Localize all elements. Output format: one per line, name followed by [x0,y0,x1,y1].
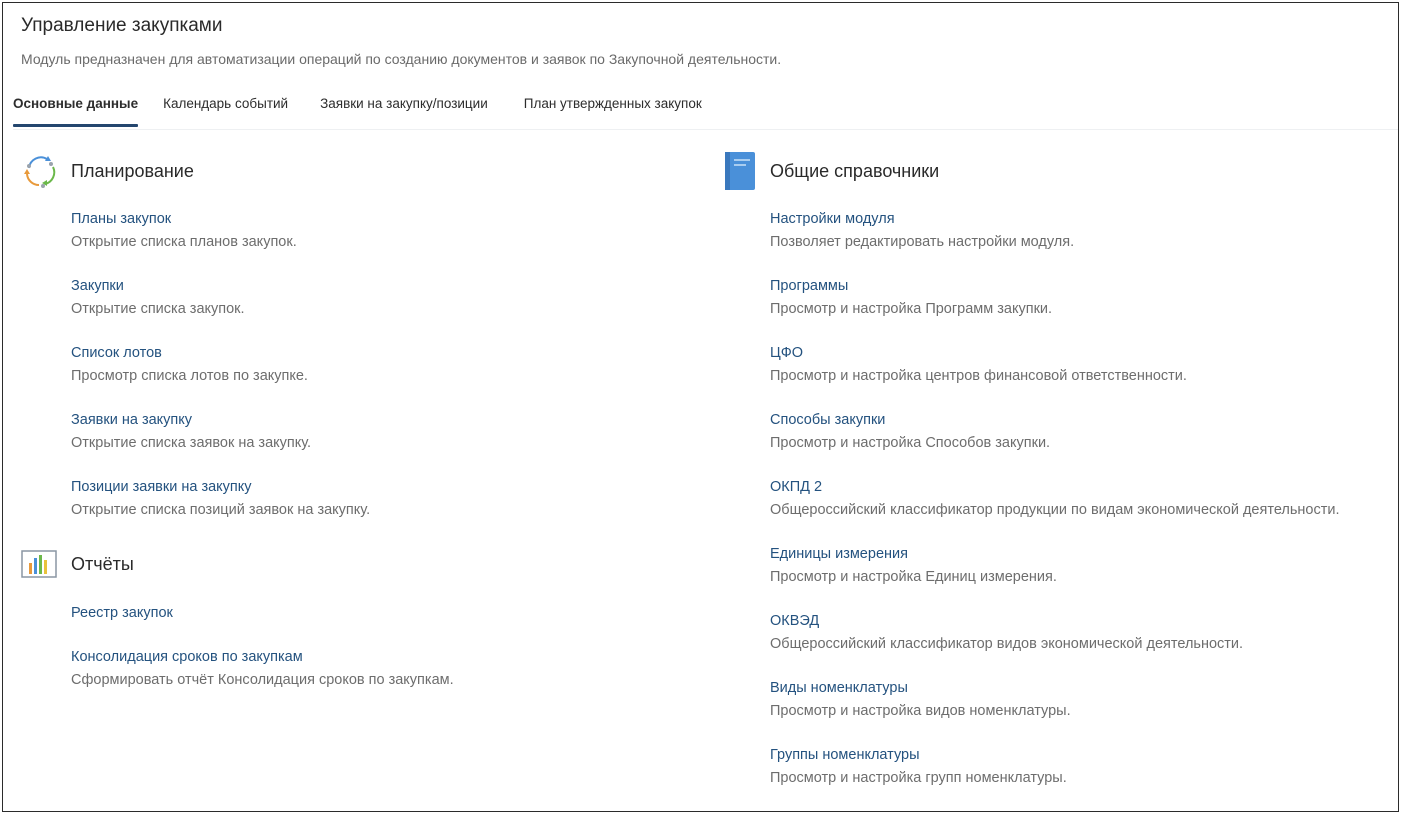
item-description: Общероссийский классификатор продукции п… [770,502,1340,518]
bar-chart-icon [21,544,61,584]
list-item: Консолидация сроков по закупкам Сформиро… [71,648,681,688]
link-nomenclature-groups[interactable]: Группы номенклатуры [770,746,1363,764]
page-title: Управление закупками [21,15,223,36]
list-item: Планы закупок Открытие списка планов зак… [71,210,681,250]
references-items: Настройки модуля Позволяет редактировать… [723,210,1363,786]
list-item: Виды номенклатуры Просмотр и настройка в… [770,679,1363,719]
item-description: Просмотр и настройка Единиц измерения. [770,569,1057,585]
list-item: Настройки модуля Позволяет редактировать… [770,210,1363,250]
list-item: Способы закупки Просмотр и настройка Спо… [770,411,1363,451]
section-references-header: Общие справочники [723,149,1363,193]
list-item: Позиции заявки на закупку Открытие списк… [71,478,681,518]
section-planning-title: Планирование [71,160,194,181]
tab-bar: Основные данные Календарь событий Заявки… [13,93,1398,130]
cycle-arrows-icon [21,151,61,191]
list-item: Закупки Открытие списка закупок. [71,277,681,317]
right-column: Общие справочники Настройки модуля Позво… [723,149,1363,786]
reports-items: Реестр закупок Консолидация сроков по за… [21,604,681,688]
left-column: Планирование Планы закупок Открытие спис… [21,149,681,688]
tab-main-data[interactable]: Основные данные [13,93,139,127]
list-item: ЦФО Просмотр и настройка центров финансо… [770,344,1363,384]
item-description: Открытие списка закупок. [71,301,245,317]
link-request-positions[interactable]: Позиции заявки на закупку [71,478,681,496]
section-references-title: Общие справочники [770,160,940,181]
planning-items: Планы закупок Открытие списка планов зак… [21,210,681,518]
section-planning-header: Планирование [21,149,681,193]
item-description: Открытие списка заявок на закупку. [71,435,312,451]
list-item: ОКПД 2 Общероссийский классификатор прод… [770,478,1363,518]
section-reports-title: Отчёты [71,553,134,574]
link-purchase-registry[interactable]: Реестр закупок [71,604,681,622]
item-description: Открытие списка планов закупок. [71,234,297,250]
item-description: Просмотр и настройка видов номенклатуры. [770,703,1071,719]
item-description: Просмотр и настройка центров финансовой … [770,368,1187,384]
item-description: Просмотр и настройка Программ закупки. [770,301,1053,317]
link-deadline-consolidation[interactable]: Консолидация сроков по закупкам [71,648,681,666]
tab-events-calendar[interactable]: Календарь событий [163,93,288,124]
item-description: Общероссийский классификатор видов эконо… [770,636,1244,652]
link-purchases[interactable]: Закупки [71,277,681,295]
book-icon [723,151,763,191]
list-item: Реестр закупок [71,604,681,622]
list-item: Группы номенклатуры Просмотр и настройка… [770,746,1363,786]
item-description: Сформировать отчёт Консолидация сроков п… [71,672,454,688]
link-purchase-methods[interactable]: Способы закупки [770,411,1363,429]
link-nomenclature-types[interactable]: Виды номенклатуры [770,679,1363,697]
link-lot-list[interactable]: Список лотов [71,344,681,362]
link-programs[interactable]: Программы [770,277,1363,295]
list-item: Список лотов Просмотр списка лотов по за… [71,344,681,384]
link-purchase-plans[interactable]: Планы закупок [71,210,681,228]
list-item: Программы Просмотр и настройка Программ … [770,277,1363,317]
section-reports-header: Отчёты [21,542,681,586]
tab-purchase-requests[interactable]: Заявки на закупку/позиции [320,93,488,124]
list-item: Заявки на закупку Открытие списка заявок… [71,411,681,451]
link-cfo[interactable]: ЦФО [770,344,1363,362]
item-description: Позволяет редактировать настройки модуля… [770,234,1075,250]
link-units[interactable]: Единицы измерения [770,545,1363,563]
link-okpd2[interactable]: ОКПД 2 [770,478,1363,496]
page-description: Модуль предназначен для автоматизации оп… [21,51,782,67]
item-description: Просмотр и настройка групп номенклатуры. [770,770,1067,786]
item-description: Открытие списка позиций заявок на закупк… [71,502,371,518]
tab-approved-plan[interactable]: План утвержденных закупок [524,93,702,124]
item-description: Просмотр списка лотов по закупке. [71,368,308,384]
link-purchase-requests[interactable]: Заявки на закупку [71,411,681,429]
list-item: ОКВЭД Общероссийский классификатор видов… [770,612,1363,652]
link-module-settings[interactable]: Настройки модуля [770,210,1363,228]
module-page: Управление закупками Модуль предназначен… [2,2,1399,812]
item-description: Просмотр и настройка Способов закупки. [770,435,1051,451]
link-okved[interactable]: ОКВЭД [770,612,1363,630]
list-item: Единицы измерения Просмотр и настройка Е… [770,545,1363,585]
